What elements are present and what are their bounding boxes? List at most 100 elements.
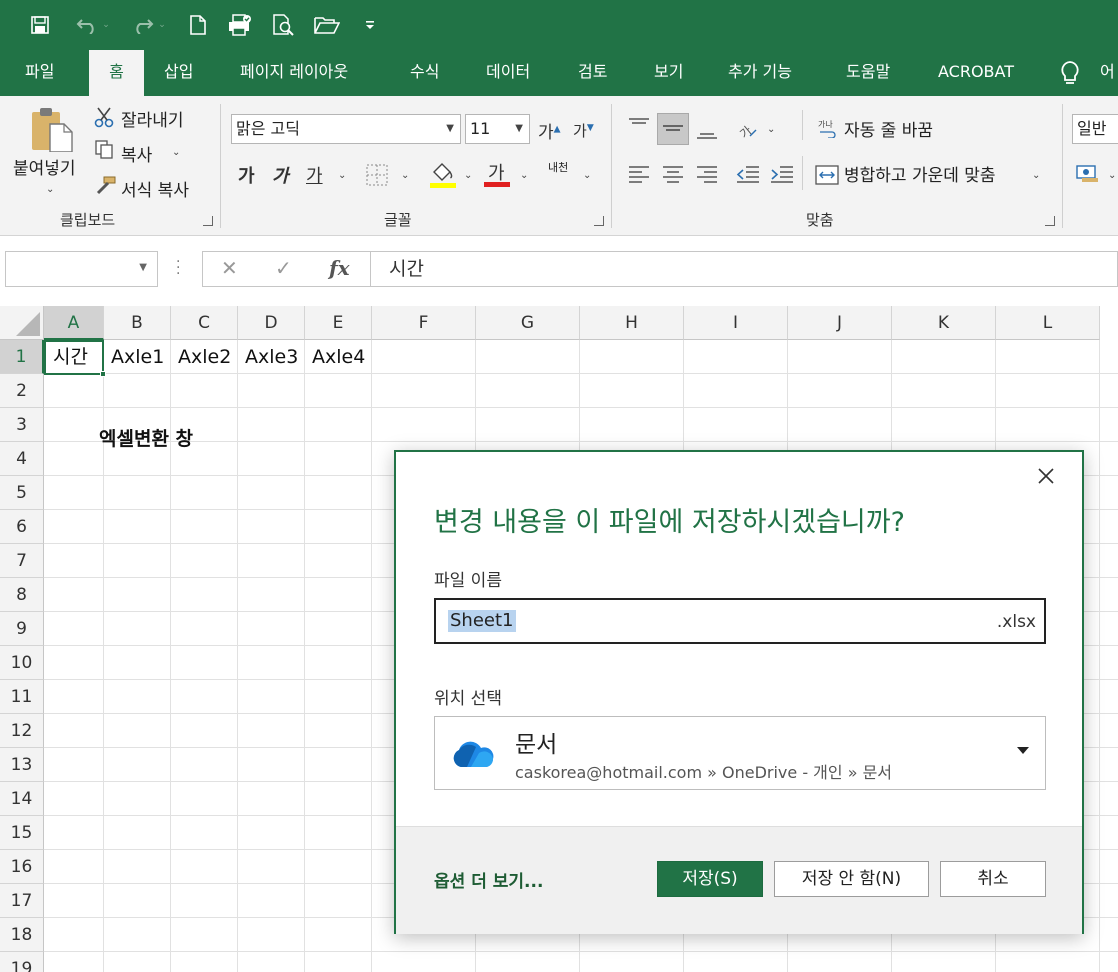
row-header-13[interactable]: 13 — [0, 748, 44, 782]
paste-button[interactable]: 붙여넣기 — [13, 154, 76, 179]
filename-input[interactable]: Sheet1 .xlsx — [434, 598, 1046, 644]
shrink-font-button[interactable]: 가▼ — [573, 120, 594, 141]
wrap-text-button[interactable]: 자동 줄 바꿈 — [844, 116, 933, 141]
more-options-link[interactable]: 옵션 더 보기... — [434, 867, 543, 892]
cancel-icon[interactable]: ✕ — [221, 256, 238, 280]
italic-button[interactable]: 가 — [272, 162, 289, 188]
orientation-icon[interactable]: 가 — [736, 116, 760, 144]
align-middle-button[interactable] — [657, 113, 689, 145]
scissors-icon[interactable] — [94, 106, 116, 132]
tab-file[interactable]: 파일 — [9, 50, 70, 96]
row-header-6[interactable]: 6 — [0, 510, 44, 544]
name-box[interactable]: ▼ — [5, 251, 158, 287]
formula-input[interactable]: 시간 — [370, 251, 1118, 287]
row-header-2[interactable]: 2 — [0, 374, 44, 408]
row-header-5[interactable]: 5 — [0, 476, 44, 510]
redo-icon[interactable]: ⌄ — [126, 10, 172, 40]
row-header-14[interactable]: 14 — [0, 782, 44, 816]
phonetic-dropdown-icon[interactable]: ⌄ — [583, 170, 591, 181]
column-header-l[interactable]: L — [996, 306, 1100, 340]
tab-acrobat[interactable]: ACROBAT — [922, 50, 1030, 96]
fill-color-icon[interactable] — [430, 160, 456, 192]
column-header-b[interactable]: B — [104, 306, 171, 340]
row-header-1[interactable]: 1 — [0, 340, 44, 374]
row-header-4[interactable]: 4 — [0, 442, 44, 476]
paste-icon[interactable] — [30, 106, 74, 156]
tab-help[interactable]: 도움말 — [830, 50, 906, 96]
print-preview-icon[interactable] — [270, 10, 298, 40]
formula-bar-resize-handle[interactable]: · · · — [176, 255, 180, 281]
borders-dropdown-icon[interactable]: ⌄ — [401, 170, 409, 181]
tab-review[interactable]: 검토 — [562, 50, 623, 96]
location-select[interactable]: 문서 caskorea@hotmail.com » OneDrive - 개인 … — [434, 716, 1046, 790]
row-header-17[interactable]: 17 — [0, 884, 44, 918]
tab-add-ins[interactable]: 추가 기능 — [712, 50, 808, 96]
lightbulb-icon[interactable] — [1058, 60, 1082, 86]
row-header-10[interactable]: 10 — [0, 646, 44, 680]
enter-icon[interactable]: ✓ — [275, 256, 292, 280]
tab-page-layout[interactable]: 페이지 레이아웃 — [224, 50, 364, 96]
fill-handle[interactable] — [100, 371, 106, 377]
copy-dropdown-icon[interactable]: ⌄ — [172, 147, 180, 158]
align-right-icon[interactable] — [696, 164, 718, 190]
cut-button[interactable]: 잘라내기 — [121, 106, 184, 131]
font-name-select[interactable]: 맑은 고딕 ▼ — [231, 114, 461, 144]
merge-center-button[interactable]: 병합하고 가운데 맞춤 — [844, 161, 996, 186]
row-header-15[interactable]: 15 — [0, 816, 44, 850]
copy-icon[interactable] — [95, 140, 115, 164]
font-launcher-icon[interactable] — [594, 216, 604, 226]
merge-dropdown-icon[interactable]: ⌄ — [1032, 170, 1040, 181]
tab-insert[interactable]: 삽입 — [148, 50, 209, 96]
row-header-12[interactable]: 12 — [0, 714, 44, 748]
cell-c1[interactable]: Axle2 — [178, 340, 231, 374]
row-header-16[interactable]: 16 — [0, 850, 44, 884]
row-header-8[interactable]: 8 — [0, 578, 44, 612]
row-header-11[interactable]: 11 — [0, 680, 44, 714]
tab-home[interactable]: 홈 — [89, 50, 144, 96]
align-bottom-icon[interactable] — [696, 124, 718, 144]
format-painter-icon[interactable] — [94, 176, 116, 200]
column-header-d[interactable]: D — [238, 306, 305, 340]
save-button[interactable]: 저장(S) — [657, 861, 763, 897]
column-header-a[interactable]: A — [44, 306, 104, 340]
row-header-3[interactable]: 3 — [0, 408, 44, 442]
wrap-text-icon[interactable]: 가나 — [818, 118, 838, 142]
insert-function-icon[interactable]: fx — [329, 256, 350, 280]
chevron-down-icon[interactable] — [1017, 747, 1029, 754]
print-icon[interactable] — [226, 10, 254, 40]
close-icon[interactable] — [1034, 464, 1058, 488]
merge-center-icon[interactable] — [815, 164, 839, 190]
increase-indent-icon[interactable] — [770, 164, 794, 190]
tab-formulas[interactable]: 수식 — [394, 50, 455, 96]
save-icon[interactable] — [26, 10, 54, 40]
accounting-format-icon[interactable] — [1076, 164, 1100, 188]
underline-button[interactable]: 가 — [306, 162, 323, 188]
orientation-dropdown-icon[interactable]: ⌄ — [767, 124, 775, 135]
number-format-select[interactable]: 일반 — [1072, 114, 1118, 144]
decrease-indent-icon[interactable] — [736, 164, 760, 190]
grow-font-button[interactable]: 가▲ — [538, 118, 561, 143]
row-header-18[interactable]: 18 — [0, 918, 44, 952]
customize-toolbar-icon[interactable] — [360, 10, 380, 40]
phonetic-button[interactable]: 내천 — [548, 162, 568, 174]
align-center-icon[interactable] — [662, 164, 684, 190]
select-all-button[interactable] — [0, 306, 44, 340]
font-size-select[interactable]: 11 ▼ — [465, 114, 530, 144]
tab-view[interactable]: 보기 — [638, 50, 699, 96]
tab-data[interactable]: 데이터 — [470, 50, 546, 96]
undo-icon[interactable]: ⌄ — [70, 10, 116, 40]
copy-button[interactable]: 복사 — [121, 141, 152, 166]
column-header-i[interactable]: I — [684, 306, 788, 340]
align-top-icon[interactable] — [628, 118, 650, 138]
tab-tell-me[interactable]: 어 — [1084, 50, 1115, 96]
cell-b3[interactable]: 엑셀변환 창 — [99, 422, 193, 456]
open-folder-icon[interactable] — [312, 10, 342, 40]
dont-save-button[interactable]: 저장 안 함(N) — [774, 861, 929, 897]
fill-color-dropdown-icon[interactable]: ⌄ — [464, 170, 472, 181]
column-header-h[interactable]: H — [580, 306, 684, 340]
cell-b1[interactable]: Axle1 — [111, 340, 164, 374]
cancel-button[interactable]: 취소 — [940, 861, 1046, 897]
bold-button[interactable]: 가 — [238, 162, 255, 188]
column-header-g[interactable]: G — [476, 306, 580, 340]
alignment-launcher-icon[interactable] — [1045, 216, 1055, 226]
